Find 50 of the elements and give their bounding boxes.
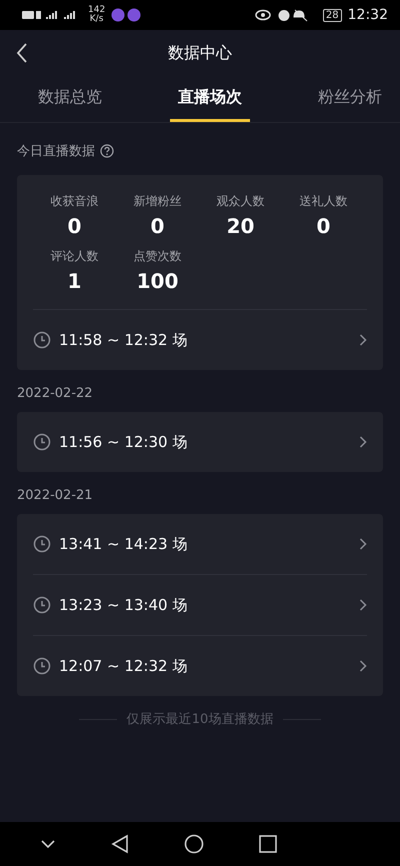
stat-label: 观众人数 [216,193,264,210]
stat-value: 0 [316,214,330,238]
section-title: 今日直播数据 [17,143,95,160]
app-icons [111,8,144,22]
session-row[interactable]: 11:58 ~ 12:32 场 [33,309,367,370]
clock-icon [33,433,51,451]
stat-label: 收获音浪 [50,193,98,210]
clock-icon [33,535,51,553]
stat-value: 1 [68,269,82,293]
chevron-right-icon [359,436,367,448]
stat-value: 0 [150,214,164,238]
stat-label: 送礼人数 [300,193,348,210]
help-icon[interactable] [100,144,114,158]
stat-label: 评论人数 [50,248,98,265]
session-time: 12:07 ~ 12:32 场 [59,656,188,676]
session-time: 13:23 ~ 13:40 场 [59,596,188,614]
chevron-right-icon [359,660,367,672]
home-icon[interactable] [184,834,204,854]
session-time: 13:41 ~ 14:23 场 [59,534,188,554]
recents-icon[interactable] [259,835,277,853]
battery-level: 28 [322,8,342,22]
session-row[interactable]: 11:56 ~ 12:30 场 [33,412,367,472]
clock-icon [33,657,51,675]
back-icon[interactable] [16,43,28,63]
clock-time: 12:32 [348,7,388,23]
network-speed: 142 K/s [88,6,106,24]
session-time: 11:58 ~ 12:32 场 [59,330,188,350]
stat-value: 100 [136,269,178,293]
stat-label: 点赞次数 [134,248,182,265]
date-label: 2022-02-22 [17,384,94,402]
chevron-right-icon [359,334,367,346]
stat-value: 20 [226,214,254,238]
chevron-right-icon [359,538,367,550]
chevron-right-icon [359,599,367,611]
stat-label: 新增粉丝 [134,193,182,210]
tab[interactable]: 直播场次 [170,76,250,122]
stat-value: 0 [68,214,82,238]
tab[interactable]: 数据总览 [30,76,110,122]
session-row[interactable]: 13:41 ~ 14:23 场 [33,514,367,574]
date-label: 2022-02-21 [17,486,94,504]
session-row[interactable]: 12:07 ~ 12:32 场 [33,635,367,696]
session-time: 11:56 ~ 12:30 场 [59,432,188,452]
clock-icon [33,596,51,614]
back-nav-icon[interactable] [111,834,129,854]
page-title: 数据中心 [168,42,232,64]
chevron-down-icon[interactable] [40,839,56,849]
clock-icon [33,331,51,349]
session-row[interactable]: 13:23 ~ 13:40 场 [33,574,367,635]
footer-note: 仅展示最近10场直播数据 [126,711,274,728]
tab[interactable]: 粉丝分析 [310,76,390,122]
